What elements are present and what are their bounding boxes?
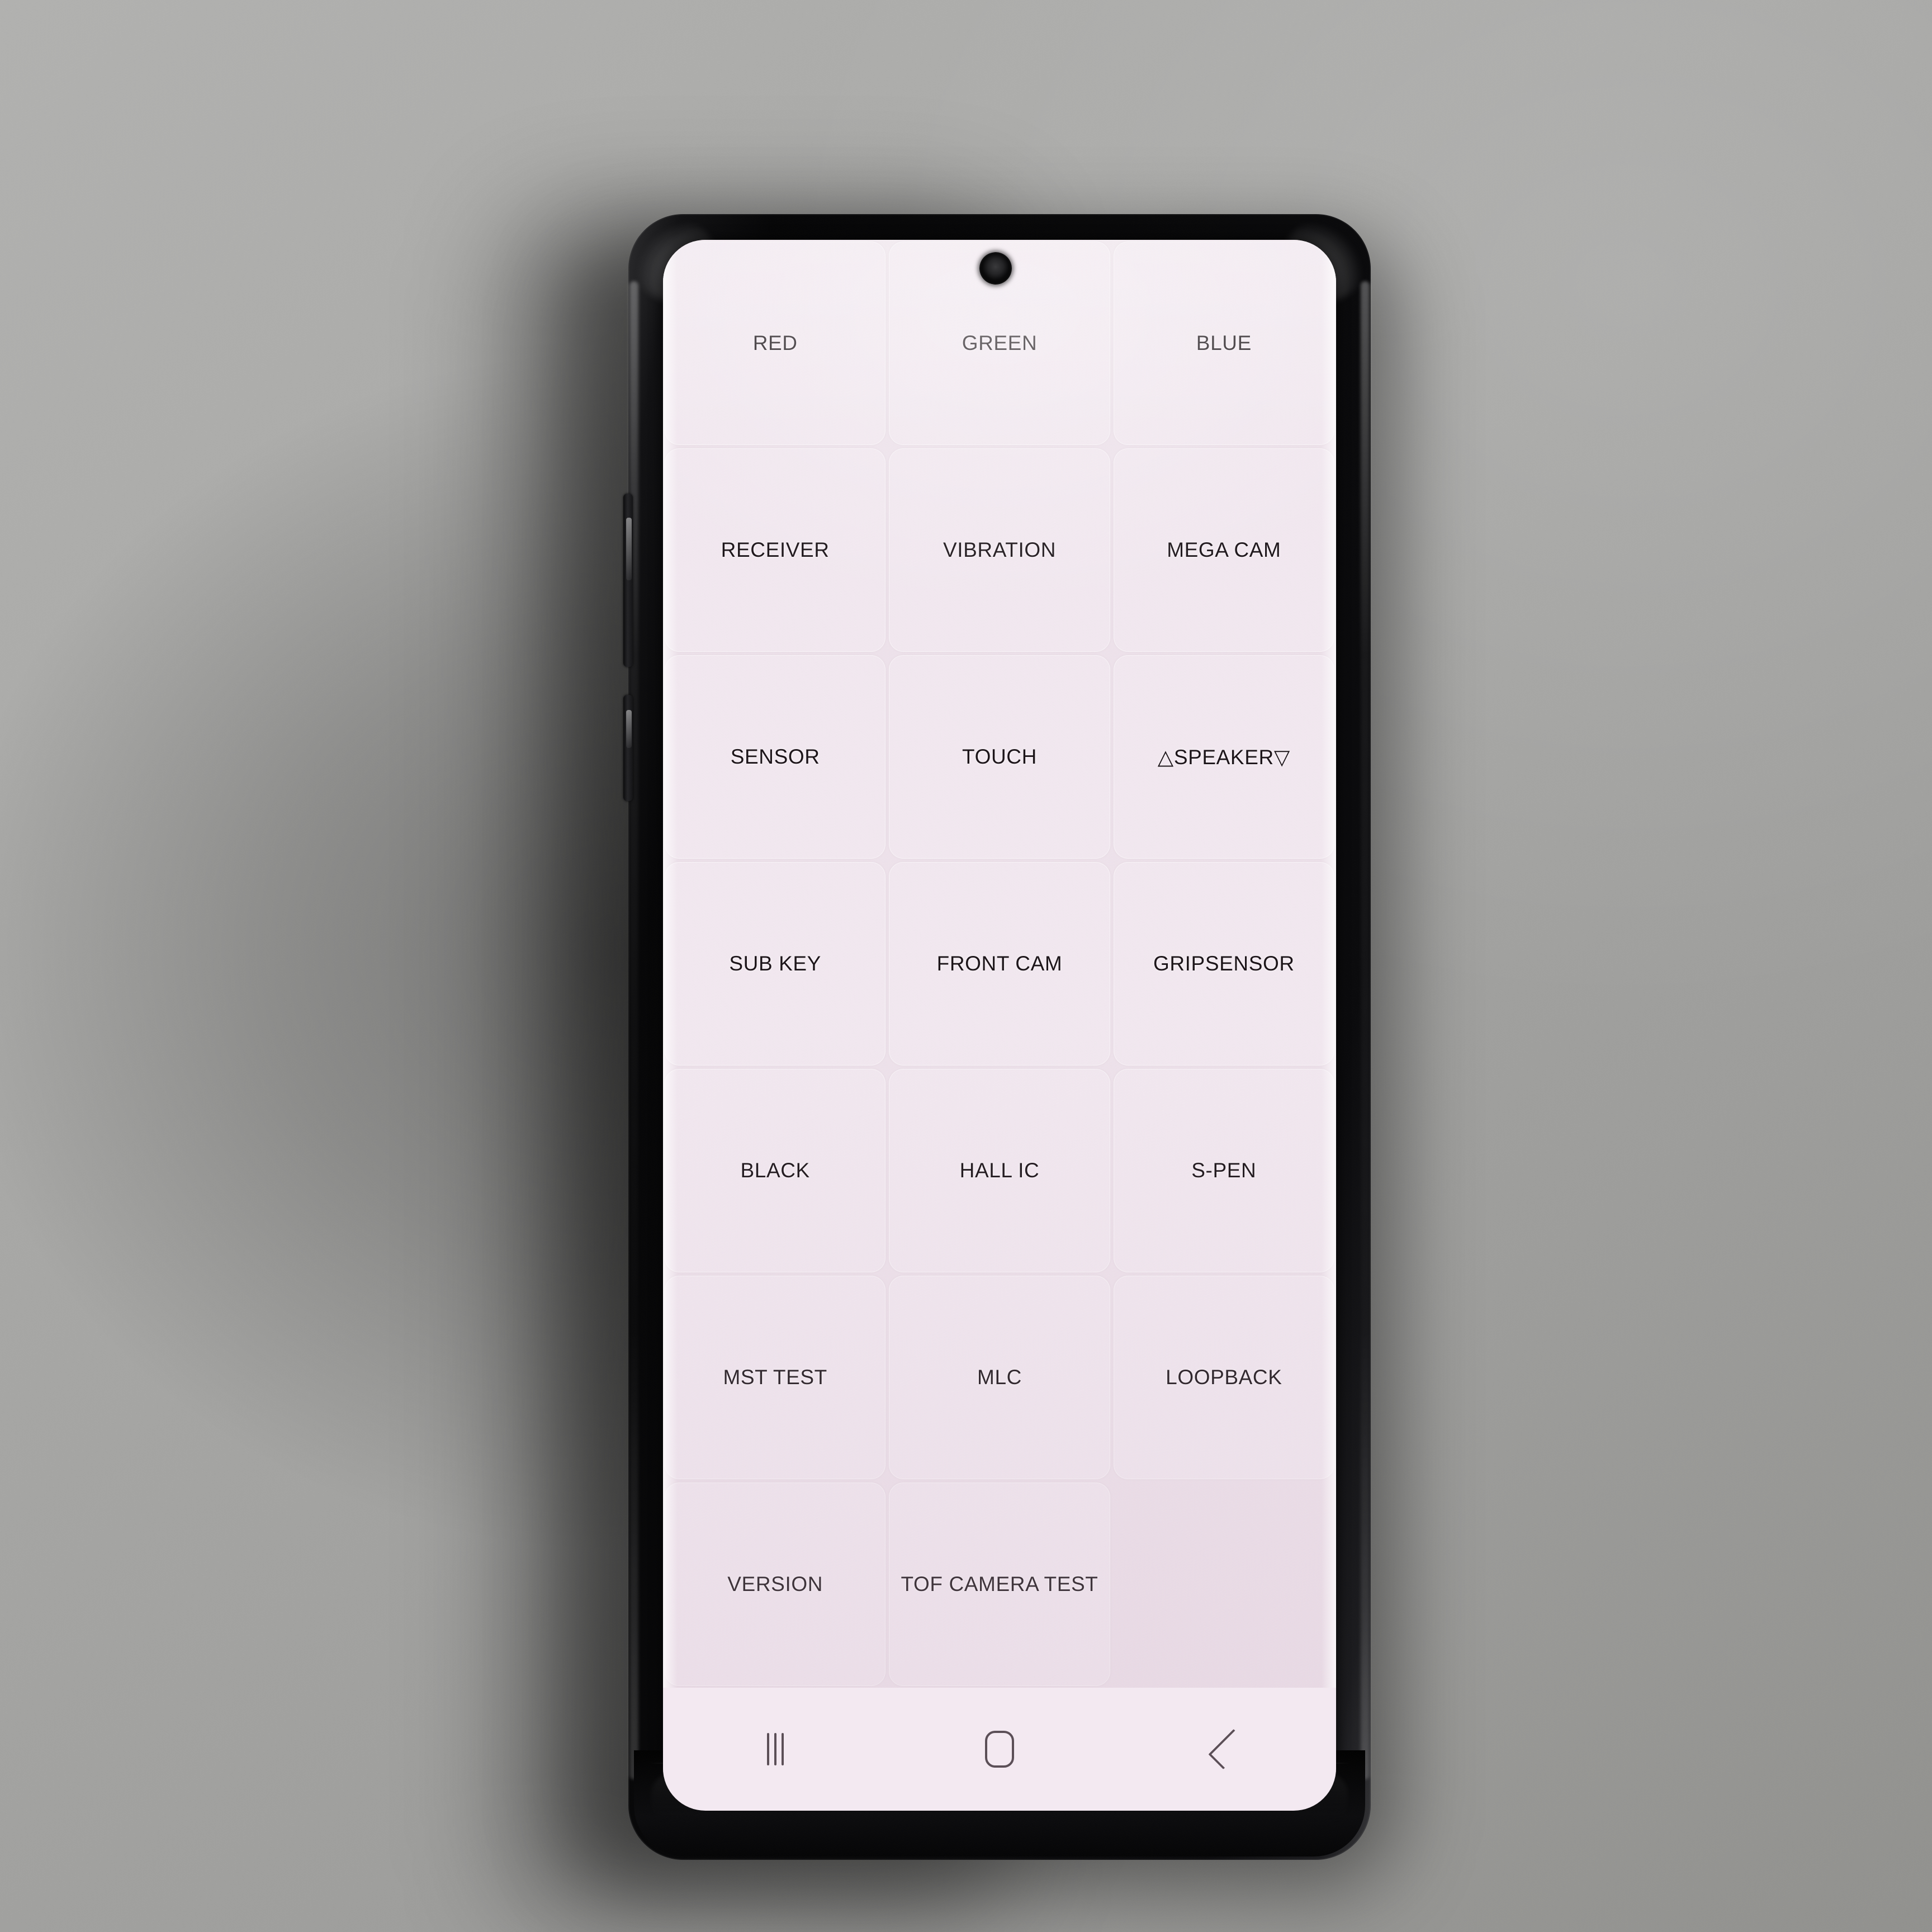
tile-mst-test[interactable]: MST TEST: [665, 1276, 886, 1479]
tile-label: SUB KEY: [729, 952, 821, 975]
tile-label: VIBRATION: [943, 538, 1057, 561]
tile-front-cam[interactable]: FRONT CAM: [889, 862, 1110, 1066]
right-rail-highlight: [1361, 281, 1370, 1779]
tile-s-pen[interactable]: S-PEN: [1113, 1069, 1334, 1272]
tile-label: RECEIVER: [721, 538, 830, 561]
recents-button[interactable]: [733, 1713, 817, 1786]
tile-label: MLC: [977, 1366, 1022, 1389]
tile-mlc[interactable]: MLC: [889, 1276, 1110, 1479]
tile-label: SENSOR: [730, 745, 820, 768]
tile-label: HALL IC: [959, 1159, 1040, 1182]
power-button[interactable]: [623, 695, 633, 801]
tile-gripsensor[interactable]: GRIPSENSOR: [1113, 862, 1334, 1066]
phone-display: RED GREEN BLUE RECEIVER VIBRATION MEGA CAM SEN…: [663, 240, 1336, 1811]
tile-label: GRIPSENSOR: [1153, 952, 1295, 975]
photo-scene: RED GREEN BLUE RECEIVER VIBRATION MEGA CAM SEN…: [0, 0, 1932, 1932]
home-icon: [984, 1731, 1014, 1768]
tile-label: TOUCH: [962, 745, 1037, 768]
home-button[interactable]: [958, 1713, 1041, 1786]
android-navigation-bar: [663, 1688, 1336, 1811]
tile-label: BLACK: [740, 1159, 810, 1182]
tile-sub-key[interactable]: SUB KEY: [665, 862, 886, 1066]
tile-black[interactable]: BLACK: [665, 1069, 886, 1272]
tile-blue[interactable]: BLUE: [1113, 242, 1334, 445]
tile-label: TOF CAMERA TEST: [901, 1573, 1098, 1595]
punch-hole-camera-icon: [979, 252, 1012, 285]
tile-label: BLUE: [1196, 332, 1252, 354]
tile-label: RED: [752, 332, 798, 354]
tile-sensor[interactable]: SENSOR: [665, 655, 886, 859]
tile-loopback[interactable]: LOOPBACK: [1113, 1276, 1334, 1479]
tile-label: LOOPBACK: [1166, 1366, 1282, 1389]
recents-icon: [766, 1733, 784, 1765]
phone-device: RED GREEN BLUE RECEIVER VIBRATION MEGA CAM SEN…: [623, 214, 1371, 1860]
tile-label: FRONT CAM: [936, 952, 1063, 975]
tile-label: GREEN: [962, 332, 1038, 354]
tile-speaker[interactable]: △SPEAKER▽: [1113, 655, 1334, 859]
tile-red[interactable]: RED: [665, 242, 886, 445]
tile-label: △SPEAKER▽: [1157, 745, 1290, 769]
hardware-test-grid: RED GREEN BLUE RECEIVER VIBRATION MEGA CAM SEN…: [663, 240, 1336, 1688]
tile-label: VERSION: [727, 1573, 823, 1595]
tile-mega-cam[interactable]: MEGA CAM: [1113, 448, 1334, 652]
tile-label: MEGA CAM: [1167, 538, 1281, 561]
tile-receiver[interactable]: RECEIVER: [665, 448, 886, 652]
tile-vibration[interactable]: VIBRATION: [889, 448, 1110, 652]
volume-rocker[interactable]: [623, 494, 633, 667]
tile-tof-camera-test[interactable]: TOF CAMERA TEST: [889, 1483, 1110, 1686]
tile-hall-ic[interactable]: HALL IC: [889, 1069, 1110, 1272]
tile-version[interactable]: VERSION: [665, 1483, 886, 1686]
back-icon: [1208, 1729, 1249, 1770]
tile-label: MST TEST: [723, 1366, 827, 1389]
tile-touch[interactable]: TOUCH: [889, 655, 1110, 859]
back-button[interactable]: [1182, 1713, 1266, 1786]
tile-label: S-PEN: [1191, 1159, 1257, 1182]
tile-empty: [1114, 1483, 1334, 1686]
